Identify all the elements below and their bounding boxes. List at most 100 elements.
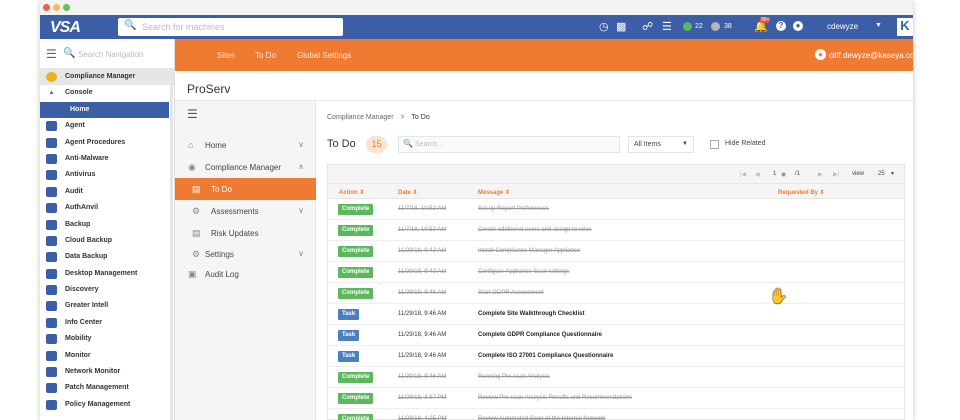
sidebar-item-cloud-backup[interactable]: Cloud Backup xyxy=(40,233,174,249)
sidebar-item-monitor[interactable]: Monitor xyxy=(40,348,174,364)
table-row[interactable]: Complete 11/29/18, 9:46 AM Running Pre-sca… xyxy=(328,367,904,388)
complete-badge[interactable]: Complete xyxy=(338,246,374,257)
hide-related-checkbox[interactable] xyxy=(710,140,719,149)
first-page-icon[interactable]: |◀ xyxy=(740,171,746,178)
column-header-date[interactable]: Date ⇕ xyxy=(398,189,418,196)
row-message[interactable]: Complete Site Walkthrough Checklist xyxy=(478,311,584,317)
table-row[interactable]: Complete 11/29/18, 9:46 AM Start GDPR Asse… xyxy=(328,283,904,304)
nav-search-input[interactable]: Search Navigation xyxy=(78,50,143,59)
row-message[interactable]: Start GDPR Assessment xyxy=(478,290,544,296)
user-icon[interactable]: ● xyxy=(793,21,803,31)
sidebar-item-agent[interactable]: Agent xyxy=(40,118,174,134)
offline-status-icon[interactable] xyxy=(711,22,720,31)
table-row[interactable]: Complete 11/29/18, 3:57 PM Review Pre-scan… xyxy=(328,388,904,409)
sidebar-item-compliance-manager[interactable]: Compliance Manager xyxy=(40,69,174,86)
prev-page-icon[interactable]: ◀ xyxy=(755,171,760,178)
online-status-icon[interactable] xyxy=(683,22,692,31)
sidebar-item-info-center[interactable]: Info Center xyxy=(40,315,174,331)
minimize-window-button[interactable] xyxy=(53,4,60,11)
last-page-icon[interactable]: ▶| xyxy=(833,171,839,178)
page-size-select[interactable]: 25 xyxy=(878,171,885,177)
subnav-item-settings[interactable]: ⚙ Settings ∨ xyxy=(175,243,316,265)
table-row[interactable]: Complete 11/7/18, 10:52 AM Create addition… xyxy=(328,220,904,241)
breadcrumb-parent[interactable]: Compliance Manager xyxy=(327,114,394,121)
subnav-item-risk-updates[interactable]: ▤ Risk Updates xyxy=(175,222,316,244)
todo-search-input[interactable]: 🔍 Search... xyxy=(398,136,620,153)
complete-badge[interactable]: Complete xyxy=(338,267,374,278)
help-icon[interactable]: ? xyxy=(776,21,786,31)
sidebar-item-desktop-management[interactable]: Desktop Management xyxy=(40,266,174,282)
maximize-window-button[interactable] xyxy=(63,4,70,11)
caret-down-icon[interactable]: ▼ xyxy=(890,171,895,177)
account-icon[interactable]: ● xyxy=(815,49,826,60)
row-message[interactable]: Create additional users and assign to ro… xyxy=(478,227,592,233)
hamburger-icon[interactable]: ☰ xyxy=(187,107,198,121)
subnav-item-audit-log[interactable]: ▣ Audit Log xyxy=(175,263,316,285)
nav-scrollbar[interactable] xyxy=(170,69,173,420)
tab-to-do[interactable]: To Do xyxy=(255,51,276,60)
sidebar-item-agent-procedures[interactable]: Agent Procedures xyxy=(40,135,174,151)
kaseya-brand-button[interactable]: K xyxy=(897,18,913,36)
hamburger-icon[interactable]: ☰ xyxy=(46,47,57,61)
table-row[interactable]: Complete 11/29/18, 4:25 PM Review Automate… xyxy=(328,409,904,420)
column-header-requested-by[interactable]: Requested By ⇕ xyxy=(778,189,825,196)
document-icon[interactable]: ▩ xyxy=(616,20,626,33)
vsa-logo[interactable]: VSA xyxy=(50,19,81,37)
sidebar-item-audit[interactable]: Audit xyxy=(40,184,174,200)
sidebar-item-authanvil[interactable]: AuthAnvil xyxy=(40,200,174,216)
subnav-item-assessments[interactable]: ⚙ Assessments ∨ xyxy=(175,200,316,222)
sidebar-item-antivirus[interactable]: Antivirus xyxy=(40,167,174,183)
row-message[interactable]: Complete ISO 27001 Compliance Questionna… xyxy=(478,353,613,359)
subnav-item-home[interactable]: ⌂ Home ∨ xyxy=(175,134,316,156)
complete-badge[interactable]: Complete xyxy=(338,372,374,383)
complete-badge[interactable]: Complete xyxy=(338,393,374,404)
sidebar-item-greater-intell[interactable]: Greater Intell xyxy=(40,298,174,314)
tab-sites[interactable]: Sites xyxy=(217,51,235,60)
items-filter-select[interactable]: All Items ▼ xyxy=(628,136,694,153)
tab-global-settings[interactable]: Global Settings xyxy=(297,51,351,60)
table-row[interactable]: Task 11/29/18, 9:46 AM Complete ISO 27001 … xyxy=(328,346,904,367)
close-window-button[interactable] xyxy=(43,4,50,11)
row-message[interactable]: Configure Appliance Scan settings xyxy=(478,269,569,275)
sidebar-item-policy-management[interactable]: Policy Management xyxy=(40,397,174,413)
sidebar-item-backup[interactable]: Backup xyxy=(40,217,174,233)
column-header-message[interactable]: Message ⇕ xyxy=(478,189,510,196)
column-header-action[interactable]: Action ⇕ xyxy=(339,189,364,196)
table-row[interactable]: Task 11/29/18, 9:46 AM Complete Site Walkt… xyxy=(328,304,904,325)
table-row[interactable]: Complete 11/29/18, 9:43 AM Configure Appli… xyxy=(328,262,904,283)
subnav-item-compliance-manager[interactable]: ◉ Compliance Manager ∧ xyxy=(175,156,316,178)
next-page-icon[interactable]: ▶ xyxy=(818,171,823,178)
sidebar-item-home[interactable]: Home xyxy=(40,101,169,119)
sidebar-item-anti-malware[interactable]: Anti-Malware xyxy=(40,151,174,167)
task-button[interactable]: Task xyxy=(338,351,360,362)
row-message[interactable]: Review Automated Scan of the Internal Ne… xyxy=(478,416,605,420)
table-row[interactable]: Complete 11/29/18, 9:42 AM Install Complia… xyxy=(328,241,904,262)
table-row[interactable]: Task 11/29/18, 9:46 AM Complete GDPR Compl… xyxy=(328,325,904,346)
page-number-input[interactable]: 1 xyxy=(773,171,776,177)
username[interactable]: cdewyze xyxy=(827,22,858,31)
table-row[interactable]: Complete 11/7/18, 10:52 AM Set up Report P… xyxy=(328,199,904,220)
sidebar-item-discovery[interactable]: Discovery xyxy=(40,282,174,298)
servers-icon[interactable]: ☰ xyxy=(662,20,672,33)
row-message[interactable]: Install Compliance Manager Appliance xyxy=(478,248,580,254)
machine-search-input[interactable]: 🔍 Search for machines xyxy=(118,18,343,36)
sidebar-item-console[interactable]: ▲ Console xyxy=(40,85,174,101)
chevron-down-icon[interactable]: ▼ xyxy=(875,22,882,29)
subnav-item-to-do[interactable]: ▤ To Do xyxy=(175,178,316,200)
complete-badge[interactable]: Complete xyxy=(338,414,374,420)
sidebar-item-mobility[interactable]: Mobility xyxy=(40,331,174,347)
row-message[interactable]: Running Pre-scan Analysis xyxy=(478,374,550,380)
row-message[interactable]: Complete GDPR Compliance Questionnaire xyxy=(478,332,602,338)
complete-badge[interactable]: Complete xyxy=(338,204,374,215)
complete-badge[interactable]: Complete xyxy=(338,288,374,299)
row-message[interactable]: Review Pre-scan Analysis Results and Rec… xyxy=(478,395,632,401)
task-button[interactable]: Task xyxy=(338,330,360,341)
timer-icon[interactable]: ◷ xyxy=(599,20,609,33)
row-message[interactable]: Set up Report Preferences xyxy=(478,206,549,212)
user-email[interactable]: cliff.dewyze@kaseya.com xyxy=(829,51,913,60)
network-icon[interactable]: ☍ xyxy=(642,20,653,33)
sidebar-item-data-backup[interactable]: Data Backup xyxy=(40,249,174,265)
task-button[interactable]: Task xyxy=(338,309,360,320)
sidebar-item-patch-management[interactable]: Patch Management xyxy=(40,380,174,396)
complete-badge[interactable]: Complete xyxy=(338,225,374,236)
